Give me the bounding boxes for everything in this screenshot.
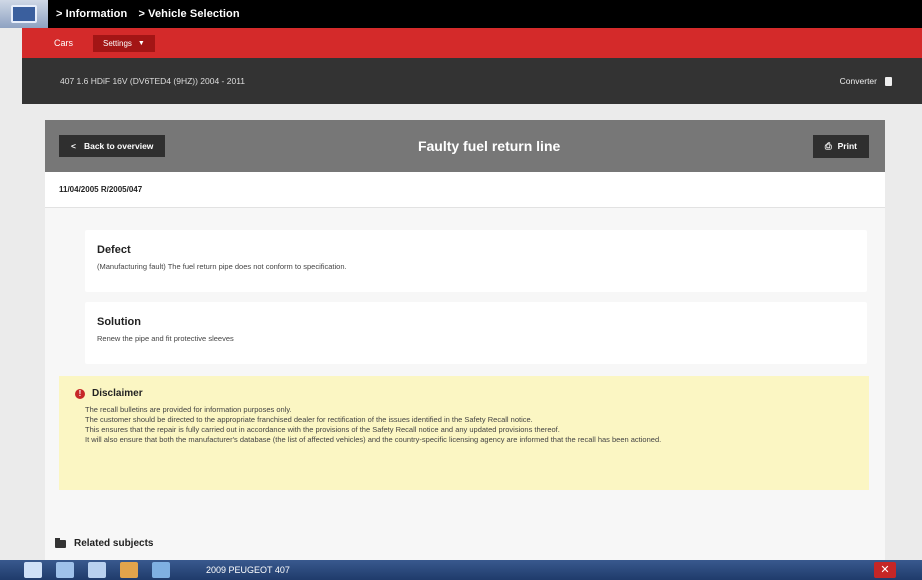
- disclaimer-line: The customer should be directed to the a…: [85, 415, 533, 424]
- converter-label: Converter: [839, 76, 877, 86]
- print-icon: ⎙: [824, 140, 832, 151]
- alert-icon: !: [75, 388, 85, 399]
- vehicle-session-label: 2009 PEUGEOT 407: [206, 565, 290, 575]
- taskbar: 2009 PEUGEOT 407 ✕: [0, 560, 922, 580]
- tools-icon[interactable]: [88, 562, 106, 578]
- disclaimer-line: It will also ensure that both the manufa…: [85, 435, 662, 444]
- page-title: Faulty fuel return line: [417, 138, 561, 154]
- vehicle-title: 407 1.6 HDiF 16V (DV6TED4 (9HZ)) 2004 - …: [60, 76, 246, 86]
- title-bar: > Information > Vehicle Selection: [0, 0, 922, 28]
- back-label: Back to overview: [83, 141, 154, 151]
- recall-reference: 11/04/2005 R/2005/047: [45, 172, 885, 208]
- settings-dropdown-button[interactable]: Settings ▼: [93, 34, 155, 52]
- print-button[interactable]: ⎙ Print: [812, 134, 869, 158]
- graph-icon[interactable]: [120, 562, 138, 578]
- disclaimer-box: ! Disclaimer The recall bulletins are pr…: [59, 376, 869, 490]
- related-subjects-label: Related subjects: [74, 538, 154, 549]
- app-logo-icon[interactable]: [0, 0, 48, 28]
- disclaimer-line: The recall bulletins are provided for in…: [85, 405, 292, 414]
- disclaimer-heading: Disclaimer: [92, 388, 143, 399]
- caret-down-icon: ▼: [137, 39, 145, 47]
- converter-icon: [885, 76, 892, 86]
- recall-panel: < Back to overview Faulty fuel return li…: [45, 120, 885, 560]
- solution-heading: Solution: [97, 316, 141, 328]
- folder-icon: [55, 537, 66, 548]
- print-label: Print: [837, 141, 857, 151]
- converter-button[interactable]: Converter: [840, 76, 892, 86]
- settings-label: Settings: [103, 38, 132, 48]
- disclaimer-line: This ensures that the repair is fully ca…: [85, 425, 560, 434]
- panel-header: < Back to overview Faulty fuel return li…: [45, 120, 885, 172]
- close-icon[interactable]: ✕: [874, 562, 896, 578]
- defect-text: (Manufacturing fault) The fuel return pi…: [97, 262, 347, 271]
- disclaimer-header: ! Disclaimer: [75, 388, 857, 399]
- chevron-left-icon: <: [71, 141, 76, 151]
- related-subjects[interactable]: Related subjects: [55, 537, 154, 549]
- breadcrumb: > Information > Vehicle Selection: [56, 8, 248, 20]
- tab-cars[interactable]: Cars: [54, 38, 73, 48]
- defect-heading: Defect: [97, 244, 131, 256]
- breadcrumb-information[interactable]: > Information: [56, 8, 127, 20]
- breadcrumb-vehicle-selection[interactable]: > Vehicle Selection: [138, 8, 239, 20]
- image-icon[interactable]: [152, 562, 170, 578]
- home-icon[interactable]: [24, 562, 42, 578]
- solution-text: Renew the pipe and fit protective sleeve…: [97, 334, 234, 343]
- main-menu-bar: Cars Settings ▼: [22, 28, 922, 58]
- solution-card: Solution Renew the pipe and fit protecti…: [85, 302, 867, 364]
- back-to-overview-button[interactable]: < Back to overview: [59, 135, 166, 157]
- defect-card: Defect (Manufacturing fault) The fuel re…: [85, 230, 867, 292]
- document-icon[interactable]: [56, 562, 74, 578]
- vehicle-bar: 407 1.6 HDiF 16V (DV6TED4 (9HZ)) 2004 - …: [22, 58, 922, 104]
